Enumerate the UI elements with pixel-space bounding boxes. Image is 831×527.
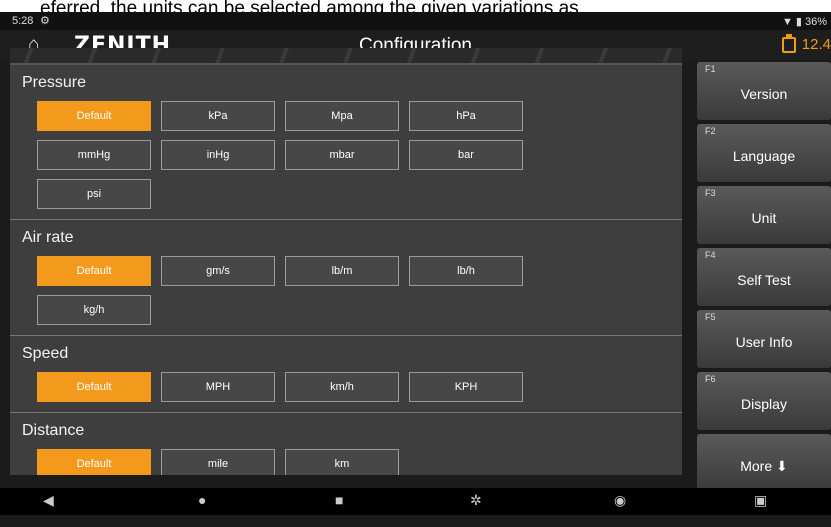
settings-icon[interactable]: ✲ — [470, 492, 482, 509]
unit-options: Default gm/s lb/m lb/h kg/h — [10, 256, 630, 335]
unit-option-button[interactable]: bar — [409, 140, 523, 170]
function-key-button[interactable]: F3 Unit — [697, 186, 831, 244]
unit-option-button[interactable]: mmHg — [37, 140, 151, 170]
function-key-button[interactable]: F6 Display — [697, 372, 831, 430]
function-key-label: Language — [732, 148, 796, 164]
car-battery-icon — [781, 33, 796, 53]
unit-option-button[interactable]: hPa — [409, 101, 523, 131]
function-key-label: Version — [740, 86, 788, 102]
browser-icon[interactable]: ◉ — [614, 492, 626, 509]
unit-option-button[interactable]: Default — [37, 372, 151, 402]
unit-options: Default mile km — [10, 449, 630, 475]
voltage-value: 12.4 — [801, 36, 831, 53]
section-title: Air rate — [22, 229, 74, 246]
settings-status-icon: ⚙ — [40, 15, 50, 27]
home-circle-icon[interactable]: ● — [198, 492, 206, 508]
function-key-code: F3 — [705, 188, 716, 198]
unit-option-button[interactable]: lb/h — [409, 256, 523, 286]
function-key-code: F4 — [705, 250, 716, 260]
function-key-label: More ⬇ — [740, 458, 788, 474]
unit-options: Default MPH km/h KPH — [10, 372, 630, 412]
section-title: Speed — [22, 345, 69, 362]
decorative-stripe — [10, 48, 682, 63]
function-key-code: F5 — [705, 312, 716, 322]
status-right: ▼ ▮ 36% — [782, 15, 827, 29]
battery-percent: 36% — [804, 15, 827, 28]
unit-option-button[interactable]: mile — [161, 449, 275, 475]
unit-option-button[interactable]: Mpa — [285, 101, 399, 131]
function-key-button[interactable]: F2 Language — [697, 124, 831, 182]
function-key-code: F1 — [705, 64, 716, 74]
status-bar: 5:28 ⚙ ▼ ▮ 36% — [0, 12, 831, 30]
unit-option-button[interactable]: psi — [37, 179, 151, 209]
unit-option-button[interactable]: Default — [37, 256, 151, 286]
section-title: Pressure — [22, 74, 87, 91]
function-key-label: Display — [741, 396, 787, 412]
unit-option-button[interactable]: kPa — [161, 101, 275, 131]
screenshot-icon[interactable]: ▣ — [754, 492, 767, 509]
android-nav-bar: ◀ ● ■ ✲ ◉ ▣ — [0, 488, 831, 515]
unit-option-button[interactable]: km/h — [285, 372, 399, 402]
unit-option-button[interactable]: MPH — [161, 372, 275, 402]
unit-option-button[interactable]: gm/s — [161, 256, 275, 286]
battery-status-icon: ▮ — [795, 16, 802, 28]
function-key-button[interactable]: F4 Self Test — [697, 248, 831, 306]
function-key-button[interactable]: F5 User Info — [697, 310, 831, 368]
status-time: 5:28 — [12, 15, 34, 27]
unit-option-button[interactable]: KPH — [409, 372, 523, 402]
voltage-indicator: 12.4 — [781, 33, 831, 53]
unit-option-button[interactable]: kg/h — [37, 295, 151, 325]
wifi-icon: ▼ — [782, 15, 793, 28]
unit-option-button[interactable]: mbar — [285, 140, 399, 170]
section-title: Distance — [22, 422, 85, 439]
unit-config-panel[interactable]: Pressure Default kPa Mpa hPa mmHg inHg mbar bar p… — [10, 63, 682, 475]
unit-option-button[interactable]: Default — [37, 449, 151, 475]
unit-option-button[interactable]: lb/m — [285, 256, 399, 286]
function-key-button[interactable]: More ⬇ — [697, 434, 831, 492]
unit-option-button[interactable]: inHg — [161, 140, 275, 170]
unit-options: Default kPa Mpa hPa mmHg inHg mbar bar psi — [10, 101, 630, 219]
function-key-label: Unit — [751, 210, 777, 226]
unit-option-button[interactable]: km — [285, 449, 399, 475]
function-key-label: Self Test — [737, 272, 791, 288]
back-icon[interactable]: ◀ — [43, 492, 54, 509]
unit-option-button[interactable]: Default — [37, 101, 151, 131]
function-key-code: F6 — [705, 374, 716, 384]
function-key-label: User Info — [735, 334, 793, 350]
function-key-code: F2 — [705, 126, 716, 136]
function-key-button[interactable]: F1 Version — [697, 62, 831, 120]
function-key-sidebar: F1 Version F2 Language F3 Unit F4 Self Test F5 Us… — [697, 62, 831, 492]
recents-icon[interactable]: ■ — [335, 492, 343, 508]
